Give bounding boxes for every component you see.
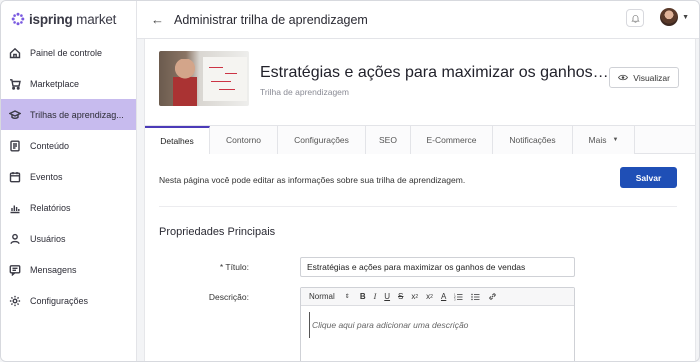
- bold-icon[interactable]: B: [360, 292, 366, 301]
- sidebar-item-label: Marketplace: [30, 78, 80, 89]
- bell-icon: [630, 14, 640, 23]
- logo-text: ispring market: [29, 11, 117, 27]
- main-content: Estratégias e ações para maximizar os ga…: [144, 39, 696, 361]
- title-input[interactable]: Estratégias e ações para maximizar os ga…: [300, 257, 575, 277]
- tab-details[interactable]: Detalhes: [145, 126, 210, 154]
- graduation-cap-icon: [9, 109, 21, 119]
- tab-label: SEO: [379, 135, 397, 145]
- sidebar-item-label: Relatórios: [30, 202, 71, 213]
- back-arrow-icon[interactable]: ←: [151, 12, 164, 27]
- user-menu[interactable]: ▼: [660, 8, 689, 26]
- sidebar: ispring market Painel de controle Market…: [1, 1, 137, 361]
- subscript-icon[interactable]: x2: [411, 292, 418, 301]
- sidebar-item-messages[interactable]: Mensagens: [1, 254, 136, 285]
- presenter-image: [173, 59, 197, 106]
- info-text: Nesta página você pode editar as informa…: [159, 175, 466, 185]
- cart-icon: [10, 78, 21, 90]
- sidebar-item-content[interactable]: Conteúdo: [1, 130, 136, 161]
- link-icon[interactable]: [488, 292, 497, 301]
- sidebar-item-label: Trilhas de aprendizag...: [30, 109, 124, 120]
- sort-arrows-icon: ⇕: [344, 294, 350, 300]
- home-icon: [9, 47, 21, 58]
- sidebar-item-learning-paths[interactable]: Trilhas de aprendizag...: [1, 99, 136, 130]
- sidebar-item-label: Configurações: [30, 295, 89, 306]
- description-input[interactable]: Clique aqui para adicionar uma descrição: [309, 312, 574, 338]
- sidebar-item-settings[interactable]: Configurações: [1, 285, 136, 316]
- superscript-icon[interactable]: x2: [426, 292, 433, 301]
- italic-icon[interactable]: I: [374, 292, 377, 301]
- section-title: Propriedades Principais: [159, 226, 276, 238]
- course-type: Trilha de aprendizagem: [260, 87, 349, 97]
- sidebar-item-label: Usuários: [30, 233, 66, 244]
- bullet-list-icon[interactable]: [471, 293, 480, 301]
- notifications-button[interactable]: [626, 9, 644, 27]
- sidebar-item-reports[interactable]: Relatórios: [1, 192, 136, 223]
- text-color-icon[interactable]: A: [441, 292, 446, 301]
- tab-notifications[interactable]: Notificações: [493, 126, 573, 154]
- sidebar-item-marketplace[interactable]: Marketplace: [1, 68, 136, 99]
- gear-icon: [9, 295, 21, 306]
- svg-text:3: 3: [454, 297, 456, 300]
- strikethrough-icon[interactable]: S: [398, 292, 403, 301]
- tab-label: Contorno: [226, 135, 261, 145]
- title-label: * Título:: [219, 262, 249, 272]
- bar-chart-icon: [10, 205, 20, 213]
- tab-outline[interactable]: Contorno: [210, 126, 278, 154]
- page-title: Administrar trilha de aprendizagem: [174, 12, 368, 27]
- description-editor: Normal ⇕ B I U S x2 x2 A 123 Clique aqui…: [300, 287, 575, 361]
- sidebar-item-label: Eventos: [30, 171, 63, 182]
- tab-seo[interactable]: SEO: [366, 126, 411, 154]
- tab-label: Notificações: [509, 135, 556, 145]
- course-header: Estratégias e ações para maximizar os ga…: [145, 39, 695, 125]
- sidebar-item-label: Conteúdo: [30, 140, 70, 151]
- user-icon: [10, 233, 20, 244]
- tab-label: Configurações: [294, 135, 349, 145]
- sidebar-item-users[interactable]: Usuários: [1, 223, 136, 254]
- sidebar-item-label: Mensagens: [30, 264, 77, 275]
- preview-button-label: Visualizar: [633, 72, 670, 83]
- info-row: Nesta página você pode editar as informa…: [159, 167, 677, 207]
- editor-toolbar: Normal ⇕ B I U S x2 x2 A 123: [301, 288, 574, 306]
- tab-label: Detalhes: [160, 136, 194, 146]
- eye-icon: [618, 74, 629, 81]
- calendar-icon: [9, 171, 21, 182]
- sidebar-item-dashboard[interactable]: Painel de controle: [1, 37, 136, 68]
- preview-button[interactable]: Visualizar: [609, 67, 679, 88]
- course-thumbnail: [159, 51, 249, 106]
- top-bar: ← Administrar trilha de aprendizagem ▼: [137, 1, 699, 39]
- description-label: Descrição:: [208, 292, 249, 302]
- document-icon: [10, 140, 20, 152]
- sidebar-item-events[interactable]: Eventos: [1, 161, 136, 192]
- brand-logo-icon: [11, 12, 25, 26]
- whiteboard-image: [203, 57, 247, 101]
- tab-more[interactable]: Mais ▼: [573, 126, 635, 154]
- logo[interactable]: ispring market: [1, 1, 136, 37]
- course-title: Estratégias e ações para maximizar os ga…: [260, 64, 610, 81]
- ordered-list-icon[interactable]: 123: [454, 293, 463, 301]
- format-select[interactable]: Normal ⇕: [309, 292, 352, 301]
- save-button[interactable]: Salvar: [620, 167, 677, 188]
- tab-settings[interactable]: Configurações: [278, 126, 366, 154]
- app-window: ispring market Painel de controle Market…: [0, 0, 700, 362]
- avatar: [660, 8, 679, 26]
- tab-bar: Detalhes Contorno Configurações SEO E-Co…: [145, 125, 695, 154]
- underline-icon[interactable]: U: [384, 292, 390, 301]
- chevron-down-icon: ▼: [682, 13, 689, 21]
- sidebar-item-label: Painel de controle: [30, 47, 103, 58]
- tab-ecommerce[interactable]: E-Commerce: [411, 126, 493, 154]
- tab-label: E-Commerce: [426, 135, 477, 145]
- format-select-value: Normal: [309, 292, 335, 301]
- message-icon: [9, 264, 21, 276]
- chevron-down-icon: ▼: [612, 137, 619, 143]
- tab-label: Mais: [588, 135, 607, 145]
